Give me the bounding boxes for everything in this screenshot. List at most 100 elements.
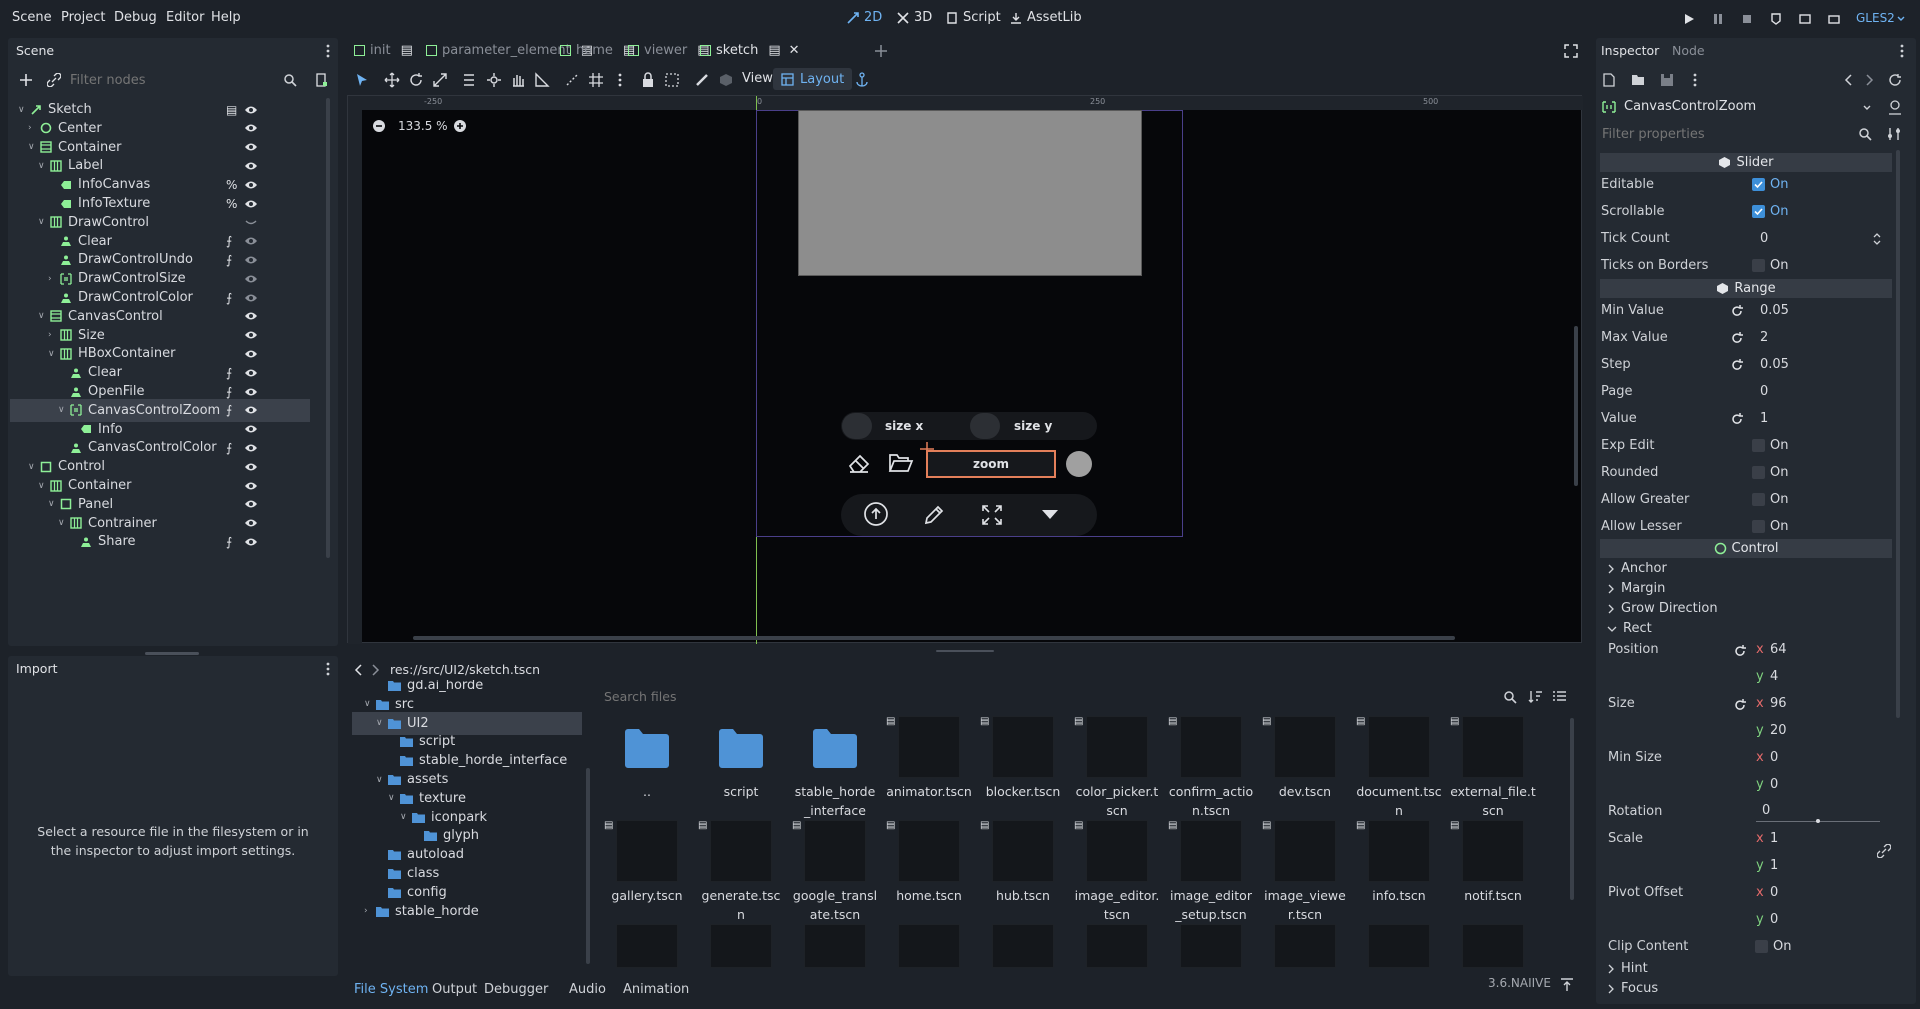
scene-thumbnail[interactable] <box>992 924 1054 968</box>
scene-file-item[interactable]: ▤ external_file.tscn <box>1450 716 1536 818</box>
scene-tree-scrollbar[interactable] <box>326 98 330 558</box>
visibility-eye-icon[interactable] <box>244 368 258 378</box>
scene-file-item[interactable]: ▤ dev.tscn <box>1262 716 1348 816</box>
scene-node-share[interactable]: Share ⨍ <box>10 530 310 553</box>
signal-icon[interactable]: ⨍ <box>226 291 232 305</box>
min-size-x-field[interactable]: 0 <box>1770 750 1778 765</box>
scene-thumbnail[interactable] <box>898 924 960 968</box>
visibility-eye-icon[interactable] <box>244 499 258 509</box>
value-field[interactable]: 1 <box>1760 411 1768 426</box>
scene-file-item[interactable]: ▤ image_viewer.tscn <box>1262 820 1348 922</box>
menu-editor[interactable]: Editor <box>166 10 204 25</box>
allow-lesser-checkbox[interactable] <box>1752 520 1765 533</box>
renderer-selector[interactable]: GLES2 <box>1856 11 1895 25</box>
filter-properties-input[interactable] <box>1602 124 1852 144</box>
scene-file-item[interactable]: ▤ confirm_action.tscn <box>1168 716 1254 818</box>
chevron-down-icon[interactable]: ∨ <box>58 518 68 528</box>
scene-file-item[interactable]: ▤ hub.tscn <box>980 820 1066 920</box>
cube-icon[interactable] <box>718 72 734 88</box>
range-section-header[interactable]: Range <box>1600 279 1892 298</box>
distraction-free-icon[interactable] <box>1564 44 1578 58</box>
scrollable-checkbox[interactable] <box>1752 205 1765 218</box>
folder-item[interactable]: .. <box>604 716 690 816</box>
clip-content-checkbox[interactable] <box>1755 940 1768 953</box>
scene-file-item[interactable]: ▤ generate.tscn <box>698 820 784 922</box>
unique-name-icon[interactable]: % <box>226 197 237 211</box>
rounded-checkbox[interactable] <box>1752 466 1765 479</box>
chevron-down-icon[interactable]: ∨ <box>48 499 58 509</box>
visibility-eye-icon[interactable] <box>244 274 258 284</box>
visibility-eye-icon[interactable] <box>244 236 258 246</box>
editor-tab-init[interactable]: init ▤ <box>354 43 413 58</box>
pivot-tool-icon[interactable] <box>486 72 502 88</box>
visibility-eye-icon[interactable] <box>244 105 258 115</box>
group-icon[interactable] <box>664 72 680 88</box>
folder-open-icon[interactable] <box>888 452 914 474</box>
visibility-eye-icon[interactable] <box>244 405 258 415</box>
size-x-field[interactable]: 96 <box>1770 696 1787 711</box>
chevron-down-icon[interactable]: ∨ <box>38 311 48 321</box>
load-resource-icon[interactable] <box>1631 73 1645 87</box>
menu-debug[interactable]: Debug <box>114 10 157 25</box>
editor-tab-home[interactable]: home ▤ <box>560 43 635 58</box>
scene-file-item[interactable]: ▤ image_editor_setup.tscn <box>1168 820 1254 922</box>
tick-count-spinbox[interactable]: 0 <box>1760 231 1768 246</box>
bottom-tab-animation[interactable]: Animation <box>623 982 689 997</box>
revert-icon[interactable] <box>1733 698 1747 712</box>
page-field[interactable]: 0 <box>1760 384 1768 399</box>
grid-snap-icon[interactable] <box>588 72 604 88</box>
filesystem-tree[interactable]: gd.ai_horde ∨ src ∨ UI2 script stable_horde_in… <box>346 680 582 968</box>
add-node-icon[interactable] <box>18 72 34 88</box>
group-grow-direction[interactable]: Grow Direction <box>1607 601 1718 616</box>
chain-link-icon[interactable] <box>1877 844 1891 858</box>
view-menu[interactable]: View <box>742 71 773 86</box>
mode-2d-button[interactable]: 2D <box>846 10 882 25</box>
movie-icon[interactable] <box>1827 12 1841 26</box>
history-forward-icon[interactable] <box>1864 74 1874 86</box>
menu-scene[interactable]: Scene <box>12 10 52 25</box>
bottom-split-handle[interactable] <box>936 650 994 652</box>
chevron-down-icon[interactable]: ∨ <box>38 481 48 491</box>
search-files-input[interactable] <box>604 686 824 706</box>
ticks-on-borders-checkbox[interactable] <box>1752 259 1765 272</box>
visibility-eye-icon[interactable] <box>244 518 258 528</box>
revert-icon[interactable] <box>1730 304 1744 318</box>
signal-icon[interactable]: ⨍ <box>226 253 232 267</box>
visibility-eye-icon[interactable] <box>244 537 258 547</box>
allow-greater-checkbox[interactable] <box>1752 493 1765 506</box>
dock-menu-icon[interactable] <box>326 44 330 58</box>
import-tab[interactable]: Import <box>16 661 58 676</box>
list-select-icon[interactable] <box>462 72 478 88</box>
play-icon[interactable] <box>1682 12 1696 26</box>
size-x-slider-knob[interactable] <box>842 413 872 439</box>
scene-file-item[interactable]: ▤ notif.tscn <box>1450 820 1536 920</box>
folder-stable-horde[interactable]: › stable_horde <box>352 900 572 923</box>
mode-3d-button[interactable]: 3D <box>896 10 932 25</box>
step-field[interactable]: 0.05 <box>1760 357 1789 372</box>
pause-icon[interactable] <box>1711 12 1725 26</box>
exp-edit-checkbox[interactable] <box>1752 439 1765 452</box>
viewport-vscroll[interactable] <box>1574 326 1578 486</box>
scene-file-item[interactable]: ▤ gallery.tscn <box>604 820 690 920</box>
signal-icon[interactable]: ⨍ <box>226 403 232 417</box>
layout-menu-button[interactable]: Layout <box>773 68 853 90</box>
visibility-eye-icon[interactable] <box>244 462 258 472</box>
script-icon[interactable]: ▤ <box>401 43 413 58</box>
size-y-field[interactable]: 20 <box>1770 723 1787 738</box>
expand-bottom-panel-icon[interactable] <box>1560 978 1574 992</box>
zoom-in-icon[interactable] <box>453 119 467 133</box>
signal-icon[interactable]: ⨍ <box>226 234 232 248</box>
zoom-out-icon[interactable] <box>372 119 386 133</box>
list-view-icon[interactable] <box>1552 689 1567 704</box>
inspector-scrollbar[interactable] <box>1896 150 1900 718</box>
editable-checkbox[interactable] <box>1752 178 1765 191</box>
close-tab-icon[interactable]: ✕ <box>789 43 800 58</box>
scene-thumbnail[interactable] <box>1180 924 1242 968</box>
pivot-x-field[interactable]: 0 <box>1770 885 1778 900</box>
visibility-eye-icon[interactable] <box>244 387 258 397</box>
chevron-down-icon[interactable] <box>1862 104 1872 112</box>
folder-item[interactable]: script <box>698 716 784 816</box>
chevron-down-icon[interactable]: ∨ <box>28 462 38 472</box>
chevron-down-icon[interactable]: ∨ <box>48 349 58 359</box>
scene-file-item[interactable]: ▤ home.tscn <box>886 820 972 920</box>
